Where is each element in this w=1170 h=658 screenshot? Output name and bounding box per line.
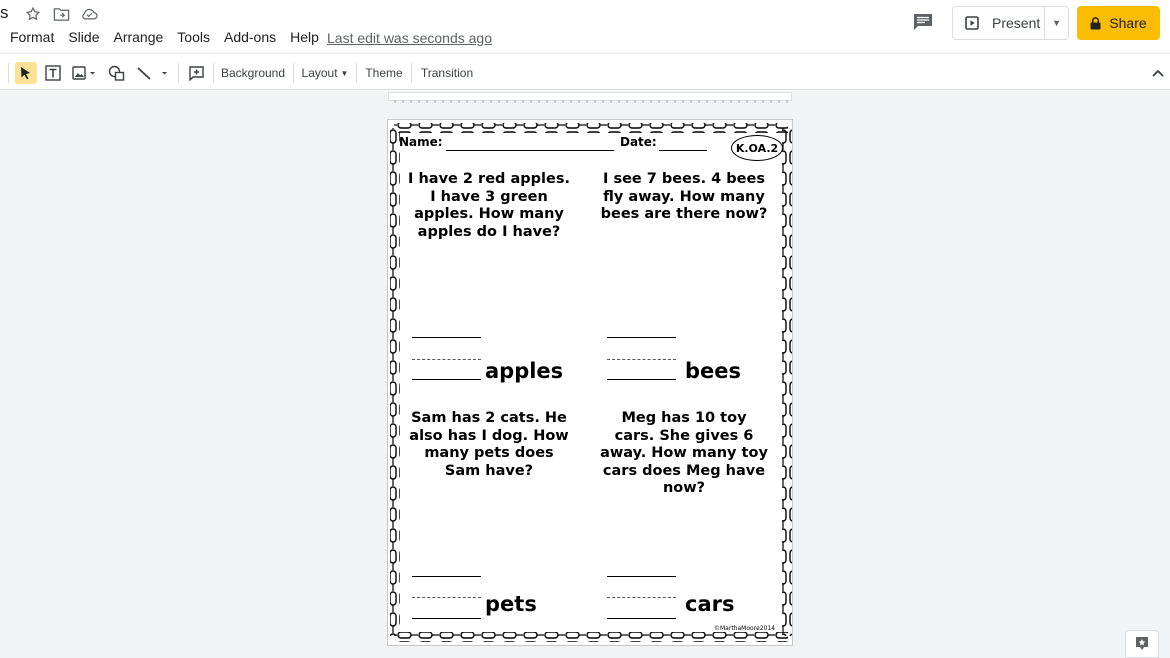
share-label: Share xyxy=(1109,15,1147,31)
editing-toolbar: Background Layout ▼ Theme Transition xyxy=(0,53,1170,90)
standard-badge: K.OA.2 xyxy=(731,135,783,161)
document-title[interactable]: s xyxy=(0,3,9,23)
problem-4-text: Meg has 10 toy cars. She gives 6 away. H… xyxy=(600,410,768,496)
background-button[interactable]: Background xyxy=(220,62,286,84)
menu-add-ons[interactable]: Add-ons xyxy=(224,29,283,45)
add-comment-icon xyxy=(188,65,204,81)
collapse-toolbar-chevron-icon[interactable] xyxy=(1148,62,1168,84)
problem-3-unit: pets xyxy=(485,592,537,616)
answer-line xyxy=(412,576,481,577)
name-write-line xyxy=(446,150,614,151)
problem-1-text: I have 2 red apples. I have 3 green appl… xyxy=(408,171,570,240)
answer-guide-line xyxy=(607,597,676,598)
layout-button[interactable]: Layout ▼ xyxy=(300,62,350,84)
copyright-text: ©MarthaMoore2014 xyxy=(714,625,775,632)
toolbar-divider xyxy=(411,63,412,83)
slide[interactable]: Name: Date: K.OA.2 I have 2 red apples. … xyxy=(387,119,793,646)
answer-guide-line xyxy=(412,359,481,360)
ruler-ticks xyxy=(394,100,788,103)
menu-slide[interactable]: Slide xyxy=(68,29,106,45)
line-tool-button[interactable] xyxy=(134,62,170,84)
text-box-icon xyxy=(45,65,61,81)
toolbar-divider xyxy=(293,63,294,83)
toolbar-divider xyxy=(8,63,9,83)
toolbar-divider xyxy=(356,63,357,83)
share-button[interactable]: Share xyxy=(1077,6,1160,40)
star-icon[interactable] xyxy=(23,4,43,24)
caret-down-icon: ▼ xyxy=(340,68,349,78)
menu-bar: Format Slide Arrange Tools Add-ons Help xyxy=(10,29,333,45)
app-header: s Format Slide Arrange Tools Add-ons Hel… xyxy=(0,0,1170,52)
answer-line xyxy=(607,337,676,338)
answer-line xyxy=(607,576,676,577)
toolbar-divider xyxy=(178,63,179,83)
answer-guide-line xyxy=(607,359,676,360)
answer-guide-line xyxy=(412,597,481,598)
image-icon xyxy=(72,66,95,80)
comment-history-icon[interactable] xyxy=(909,9,937,35)
line-icon xyxy=(137,67,167,80)
problem-3-text: Sam has 2 cats. He also has I dog. How m… xyxy=(409,410,569,479)
menu-format[interactable]: Format xyxy=(10,29,61,45)
menu-help[interactable]: Help xyxy=(290,29,326,45)
present-options-dropdown[interactable]: ▼ xyxy=(1045,7,1068,39)
date-write-line xyxy=(659,150,707,151)
answer-line xyxy=(412,379,481,380)
shape-icon xyxy=(108,65,124,81)
present-icon xyxy=(965,16,979,30)
horizontal-ruler[interactable] xyxy=(388,92,792,103)
answer-line xyxy=(607,379,676,380)
problem-2-unit: bees xyxy=(685,359,742,383)
present-label: Present xyxy=(992,15,1041,31)
problem-1-unit: apples xyxy=(485,359,564,383)
text-box-button[interactable] xyxy=(42,62,64,84)
select-tool-button[interactable] xyxy=(15,62,37,84)
menu-arrange[interactable]: Arrange xyxy=(113,29,170,45)
explore-icon xyxy=(1136,637,1148,650)
toolbar-divider xyxy=(213,63,214,83)
answer-line xyxy=(607,618,676,619)
cursor-icon xyxy=(21,67,30,80)
present-button-group: Present ▼ xyxy=(952,6,1069,40)
last-edit-link[interactable]: Last edit was seconds ago xyxy=(327,30,492,46)
standard-badge-text: K.OA.2 xyxy=(735,141,779,155)
problem-2-text: I see 7 bees. 4 bees fly away. How many … xyxy=(600,171,768,222)
insert-image-button[interactable] xyxy=(68,62,100,84)
date-label: Date: xyxy=(620,135,657,149)
move-folder-icon[interactable] xyxy=(51,4,71,24)
lock-icon xyxy=(1090,16,1101,29)
shape-button[interactable] xyxy=(105,62,127,84)
explore-button[interactable] xyxy=(1125,630,1159,658)
problem-4-unit: cars xyxy=(685,592,735,616)
menu-tools[interactable]: Tools xyxy=(177,29,217,45)
transition-button[interactable]: Transition xyxy=(418,62,476,84)
theme-button[interactable]: Theme xyxy=(362,62,406,84)
layout-label: Layout xyxy=(301,66,338,80)
answer-line xyxy=(412,618,481,619)
answer-line xyxy=(412,337,481,338)
new-comment-button[interactable] xyxy=(185,62,207,84)
present-button[interactable]: Present xyxy=(953,7,1046,39)
cloud-status-icon[interactable] xyxy=(79,4,99,24)
name-label: Name: xyxy=(399,135,443,149)
